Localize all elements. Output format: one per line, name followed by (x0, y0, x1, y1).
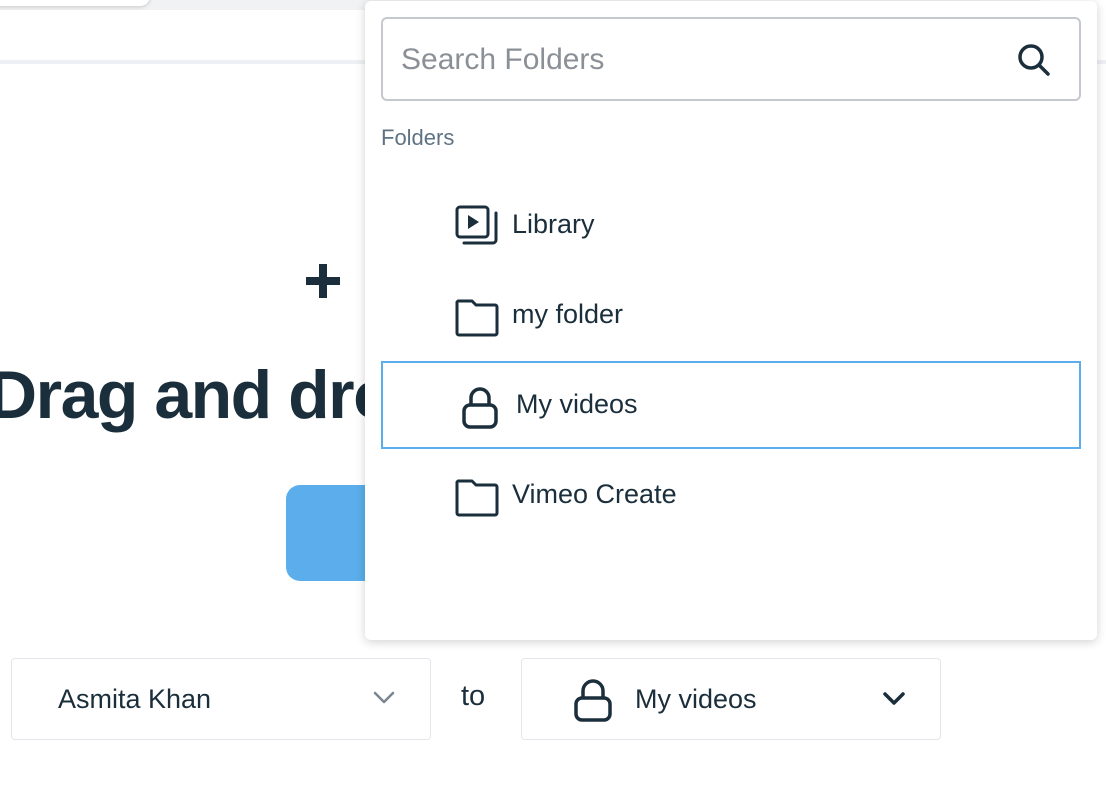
owner-select[interactable]: Asmita Khan (11, 658, 431, 740)
folder-item-my-folder[interactable]: my folder (381, 271, 1081, 359)
to-label: to (461, 680, 486, 712)
drag-and-drop-title: Drag and dro (0, 357, 395, 433)
search-box[interactable] (381, 17, 1081, 101)
search-icon[interactable] (1017, 43, 1051, 77)
lock-icon (462, 387, 498, 429)
folder-icon (455, 299, 499, 337)
folder-select[interactable]: My videos (521, 658, 941, 740)
folder-item-label: Library (512, 209, 595, 239)
folder-item-my-videos[interactable]: My videos (381, 361, 1081, 449)
folder-item-label: Vimeo Create (512, 479, 677, 509)
folder-select-value: My videos (635, 683, 757, 714)
folder-item-label: my folder (512, 299, 624, 329)
search-folders-input[interactable] (399, 29, 1003, 91)
chevron-down-icon (373, 691, 395, 704)
folder-item-library[interactable]: Library (381, 181, 1081, 269)
folders-section-label: Folders (381, 125, 455, 150)
lock-icon (574, 679, 612, 722)
chevron-down-icon (883, 692, 905, 705)
top-pill (0, 0, 150, 6)
folder-icon (455, 479, 499, 517)
plus-icon (306, 264, 340, 298)
folder-item-label: My videos (516, 389, 638, 419)
library-icon (455, 205, 498, 245)
folder-dropdown: Folders Library my folder My videos Vime… (365, 1, 1097, 640)
owner-select-value: Asmita Khan (58, 683, 212, 714)
folder-item-vimeo-create[interactable]: Vimeo Create (381, 451, 1081, 539)
